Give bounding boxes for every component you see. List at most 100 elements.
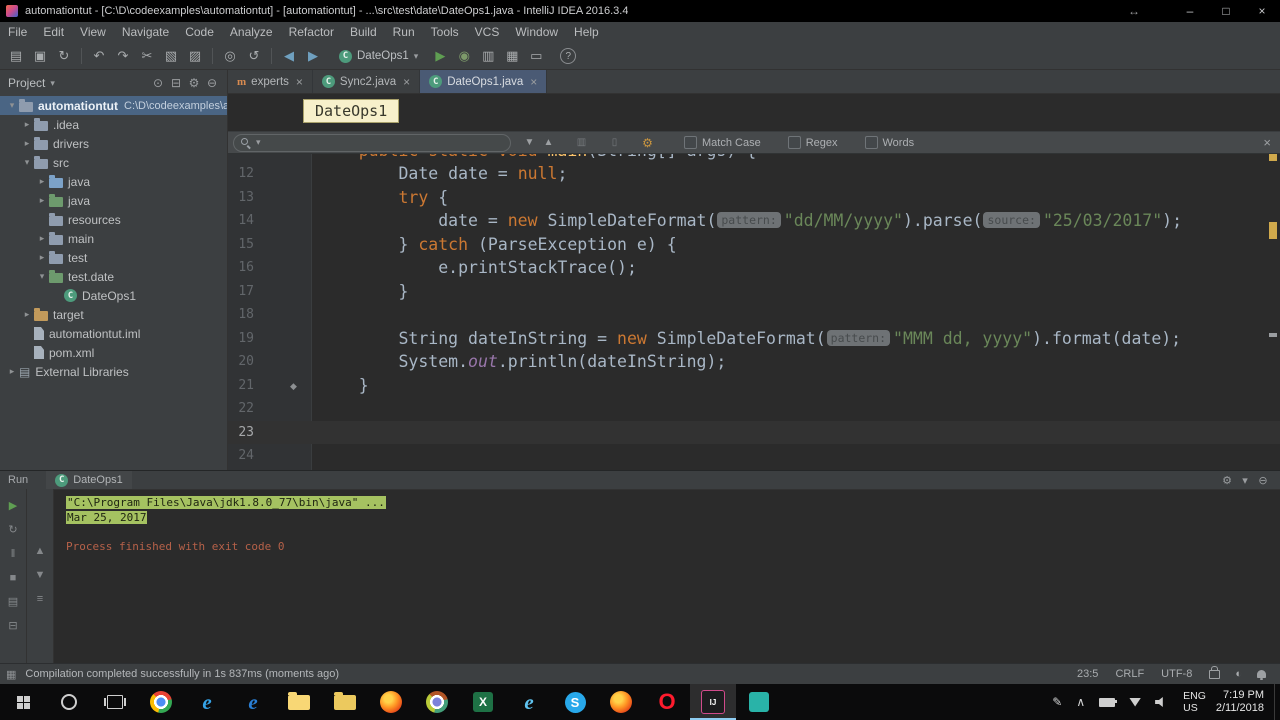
- close-tab-icon[interactable]: ×: [296, 75, 303, 89]
- close-icon[interactable]: ×: [1244, 0, 1280, 22]
- save-icon[interactable]: ▣: [28, 46, 52, 66]
- line-number[interactable]: 12: [228, 162, 254, 186]
- taskbar-app-skype[interactable]: S: [552, 684, 598, 720]
- menu-tools[interactable]: Tools: [423, 22, 467, 43]
- menu-edit[interactable]: Edit: [35, 22, 72, 43]
- line-number[interactable]: 23: [228, 421, 254, 445]
- sync-icon[interactable]: ↻: [52, 46, 76, 66]
- tree-item-java[interactable]: ▸ java: [0, 172, 227, 191]
- bell-icon[interactable]: [1257, 670, 1266, 680]
- caret-position[interactable]: 23:5: [1077, 668, 1098, 680]
- menu-icon[interactable]: ▤: [4, 594, 22, 609]
- prev-icon[interactable]: ▲: [539, 135, 558, 151]
- stop-icon[interactable]: ■: [4, 570, 22, 585]
- gear-icon[interactable]: ⚙: [1218, 472, 1236, 488]
- code-line-15[interactable]: 15 } catch (ParseException e) {: [228, 233, 1280, 257]
- menu-window[interactable]: Window: [507, 22, 566, 43]
- tree-expand-icon[interactable]: ▸: [21, 309, 33, 320]
- taskbar-app-firefox-2[interactable]: [598, 684, 644, 720]
- paste-icon[interactable]: ▨: [183, 46, 207, 66]
- back-icon[interactable]: ◀: [277, 46, 301, 66]
- tree-item-automationtut-iml[interactable]: automationtut.iml: [0, 324, 227, 343]
- line-number[interactable]: 21: [228, 374, 254, 398]
- taskbar-app-internet-explorer-2[interactable]: e: [506, 684, 552, 720]
- option-words[interactable]: Words: [864, 136, 914, 149]
- copy-icon[interactable]: ▧: [159, 46, 183, 66]
- theme-icon[interactable]: ◐: [1235, 668, 1242, 680]
- menu-code[interactable]: Code: [177, 22, 222, 43]
- cortana-button[interactable]: [46, 684, 92, 720]
- line-number[interactable]: 24: [228, 444, 254, 468]
- speaker-icon[interactable]: [1155, 697, 1166, 707]
- editor[interactable]: DateOps1 ▾ ▼ ▲ ▥ ▯ ⚙ Match Case Regex Words × …: [228, 94, 1280, 470]
- line-number[interactable]: 19: [228, 327, 254, 351]
- menu-vcs[interactable]: VCS: [467, 22, 508, 43]
- maximize-icon[interactable]: □: [1208, 0, 1244, 22]
- code-line-23[interactable]: 23: [228, 420, 1280, 445]
- rerun-icon[interactable]: ↻: [4, 522, 22, 537]
- tab-dateops1-java[interactable]: C DateOps1.java ×: [420, 70, 548, 93]
- menu-file[interactable]: File: [0, 22, 35, 43]
- scrollbar-caret-marker[interactable]: [1269, 333, 1277, 337]
- taskbar-app-store[interactable]: [736, 684, 782, 720]
- checkbox[interactable]: [864, 136, 878, 149]
- tree-item--idea[interactable]: ▸ .idea: [0, 115, 227, 134]
- line-number[interactable]: 16: [228, 256, 254, 280]
- search-field[interactable]: ▾: [233, 133, 511, 152]
- tree-expand-icon[interactable]: ▸: [21, 119, 33, 130]
- code-line-21[interactable]: 21 ◆ }: [228, 374, 1280, 398]
- tab-sync2-java[interactable]: C Sync2.java ×: [312, 70, 421, 93]
- gear-icon[interactable]: ⚙: [638, 135, 657, 151]
- lock-icon[interactable]: [1209, 665, 1221, 679]
- start-button[interactable]: [0, 684, 46, 720]
- pause-icon[interactable]: ‖: [4, 546, 22, 561]
- hide-icon[interactable]: ⊖: [1254, 472, 1272, 488]
- scrollbar-marker[interactable]: [1269, 222, 1277, 239]
- encoding[interactable]: UTF-8: [1161, 668, 1192, 680]
- tree-expand-icon[interactable]: ▾: [6, 100, 18, 111]
- hide-icon[interactable]: ⊖: [203, 74, 221, 92]
- undo-icon[interactable]: ↶: [87, 46, 111, 66]
- tree-item-target[interactable]: ▸ target: [0, 305, 227, 324]
- line-number[interactable]: 18: [228, 303, 254, 327]
- tree-item-src[interactable]: ▾ src: [0, 153, 227, 172]
- checkbox[interactable]: [787, 136, 801, 149]
- run-tab[interactable]: C DateOps1: [46, 471, 132, 489]
- collapse-icon[interactable]: ⊟: [167, 74, 185, 92]
- project-panel-title[interactable]: Project: [8, 76, 45, 90]
- code-line-17[interactable]: 17 }: [228, 280, 1280, 304]
- menu-help[interactable]: Help: [566, 22, 607, 43]
- code-line-18[interactable]: 18: [228, 303, 1280, 327]
- taskbar-app-chrome[interactable]: [138, 684, 184, 720]
- taskbar-app-file-explorer[interactable]: [276, 684, 322, 720]
- console-view-icon[interactable]: ▭: [524, 46, 548, 66]
- tree-expand-icon[interactable]: ▾: [36, 271, 48, 282]
- code-area[interactable]: 11 public static void main(String[] args…: [228, 131, 1280, 470]
- run-configuration-combo[interactable]: C DateOps1 ▾: [339, 49, 418, 63]
- down-icon[interactable]: ▼: [31, 567, 49, 582]
- tree-expand-icon[interactable]: ▸: [36, 176, 48, 187]
- debug-icon[interactable]: ◉: [452, 46, 476, 66]
- show-desktop-button[interactable]: [1274, 684, 1280, 720]
- taskbar-app-edge[interactable]: e: [230, 684, 276, 720]
- line-ending[interactable]: CRLF: [1115, 668, 1144, 680]
- tree-expand-icon[interactable]: ▸: [36, 233, 48, 244]
- wifi-icon[interactable]: [1129, 697, 1142, 707]
- tree-expand-icon[interactable]: ▸: [6, 366, 18, 377]
- history-icon[interactable]: ↺: [242, 46, 266, 66]
- minimize-icon[interactable]: –: [1172, 0, 1208, 22]
- code-line-19[interactable]: 19 String dateInString = new SimpleDateF…: [228, 327, 1280, 351]
- next-icon[interactable]: ▼: [520, 135, 539, 151]
- code-line-13[interactable]: 13 try {: [228, 186, 1280, 210]
- tree-item-test[interactable]: ▸ test: [0, 248, 227, 267]
- menu-view[interactable]: View: [72, 22, 114, 43]
- tree-item-resources[interactable]: resources: [0, 210, 227, 229]
- code-line-24[interactable]: 24: [228, 444, 1280, 468]
- tree-item-test-date[interactable]: ▾ test.date: [0, 267, 227, 286]
- menu-run[interactable]: Run: [385, 22, 423, 43]
- caret-up-icon[interactable]: ∧: [1076, 695, 1085, 709]
- menu-navigate[interactable]: Navigate: [114, 22, 177, 43]
- selection-icon[interactable]: ▥: [572, 135, 591, 151]
- open-icon[interactable]: ▤: [4, 46, 28, 66]
- run-console[interactable]: "C:\Program Files\Java\jdk1.8.0_77\bin\j…: [54, 489, 1280, 663]
